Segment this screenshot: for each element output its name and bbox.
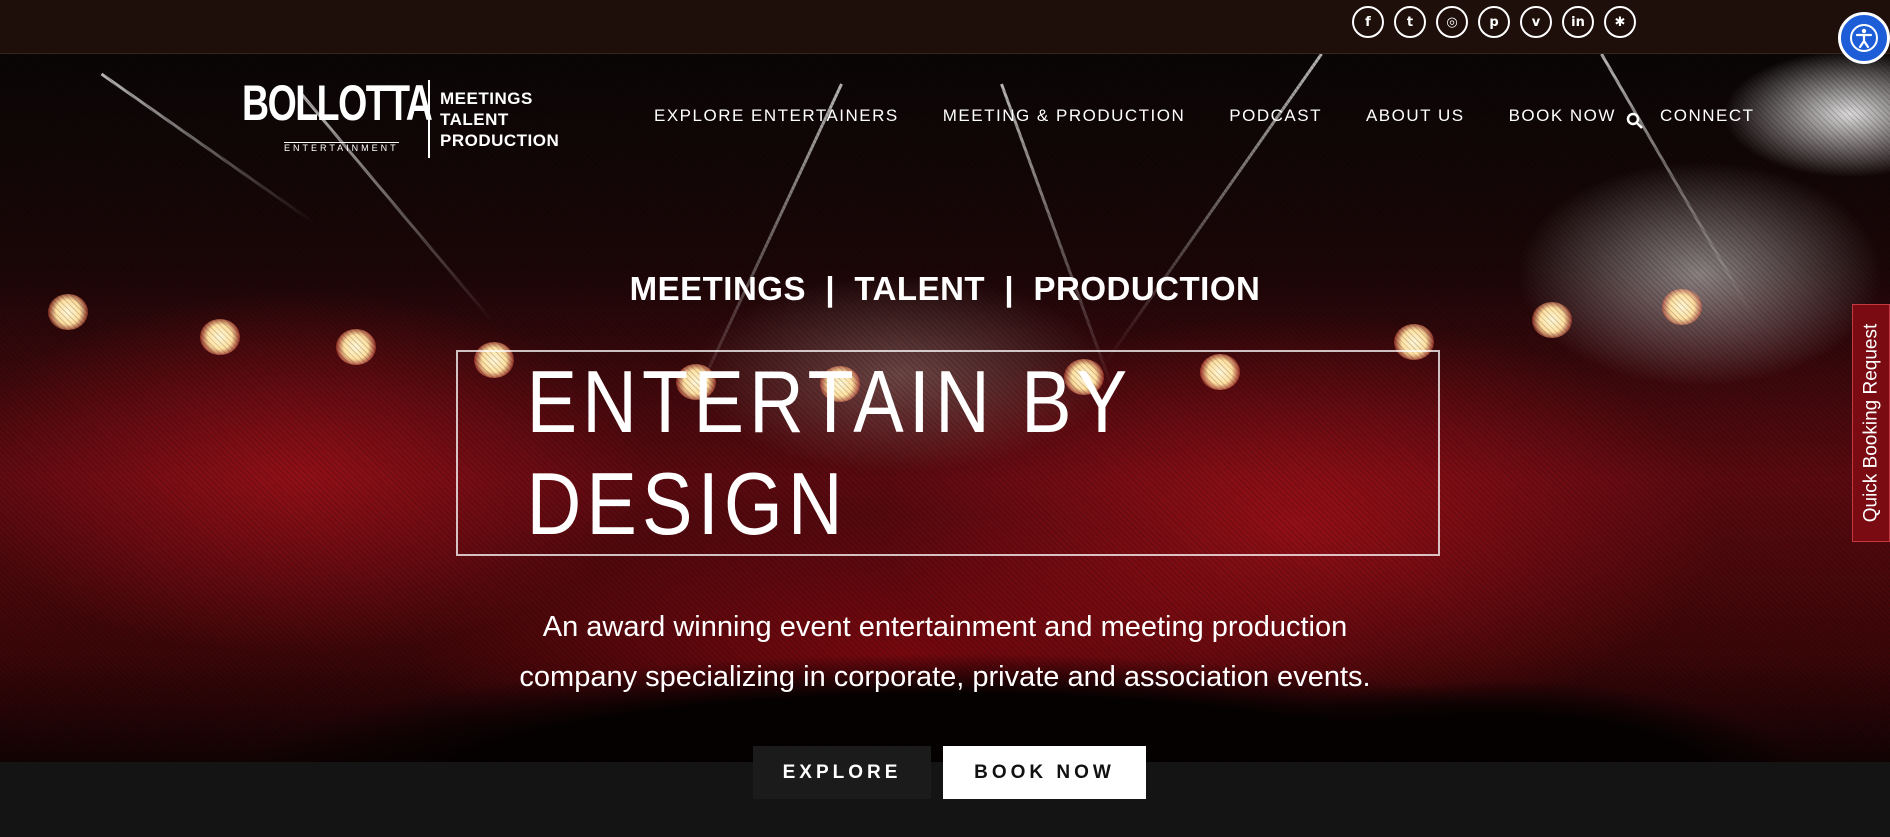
- logo-divider: [428, 80, 430, 158]
- hero-kicker: MEETINGS | TALENT | PRODUCTION: [629, 270, 1261, 307]
- logo-subtitle: ENTERTAINMENT: [284, 142, 399, 153]
- site-logo[interactable]: BOLLOTTA ENTERTAINMENT MEETINGS TALENT P…: [242, 75, 559, 158]
- facebook-icon[interactable]: f: [1352, 6, 1384, 38]
- hero-description-line: An award winning event entertainment and…: [542, 611, 1348, 643]
- explore-button[interactable]: EXPLORE: [753, 746, 931, 799]
- accessibility-icon[interactable]: [1838, 12, 1890, 64]
- nav-explore-entertainers[interactable]: EXPLORE ENTERTAINERS: [654, 106, 899, 126]
- logo-tagline-line: MEETINGS: [440, 89, 533, 108]
- nav-connect[interactable]: CONNECT: [1660, 106, 1755, 126]
- hero-headline: ENTERTAIN BY DESIGN: [526, 352, 1132, 553]
- nav-meeting-production[interactable]: MEETING & PRODUCTION: [943, 106, 1186, 126]
- light-beam: [1000, 83, 1116, 395]
- social-links: f t ◎ p v in ✱: [1352, 6, 1636, 38]
- light-beam: [1102, 54, 1323, 367]
- instagram-icon[interactable]: ◎: [1436, 6, 1468, 38]
- vimeo-icon[interactable]: v: [1520, 6, 1552, 38]
- main-nav: EXPLORE ENTERTAINERS MEETING & PRODUCTIO…: [654, 106, 1755, 126]
- nav-podcast[interactable]: PODCAST: [1229, 106, 1322, 126]
- quick-booking-tab[interactable]: Quick Booking Request: [1852, 304, 1890, 542]
- nav-about-us[interactable]: ABOUT US: [1366, 106, 1465, 126]
- logo-tagline: MEETINGS TALENT PRODUCTION: [440, 88, 559, 151]
- headline-frame: ENTERTAIN BY DESIGN: [456, 350, 1440, 556]
- book-now-button[interactable]: BOOK NOW: [943, 746, 1146, 799]
- yelp-icon[interactable]: ✱: [1604, 6, 1636, 38]
- top-social-bar: f t ◎ p v in ✱: [0, 0, 1890, 54]
- twitter-icon[interactable]: t: [1394, 6, 1426, 38]
- logo-tagline-line: PRODUCTION: [440, 131, 560, 150]
- logo-tagline-line: TALENT: [440, 110, 509, 129]
- stage-light: [336, 329, 376, 365]
- hero-cta-group: EXPLORE BOOK NOW: [753, 746, 1146, 799]
- search-icon[interactable]: [1626, 112, 1644, 135]
- hero-description-line: company specializing in corporate, priva…: [519, 661, 1371, 693]
- hero-description: An award winning event entertainment and…: [0, 602, 1890, 702]
- stage-light: [200, 319, 240, 355]
- logo-brand: BOLLOTTA: [242, 75, 433, 131]
- pinterest-icon[interactable]: p: [1478, 6, 1510, 38]
- nav-book-now[interactable]: BOOK NOW: [1509, 106, 1616, 126]
- linkedin-icon[interactable]: in: [1562, 6, 1594, 38]
- quick-booking-label: Quick Booking Request: [1860, 323, 1881, 523]
